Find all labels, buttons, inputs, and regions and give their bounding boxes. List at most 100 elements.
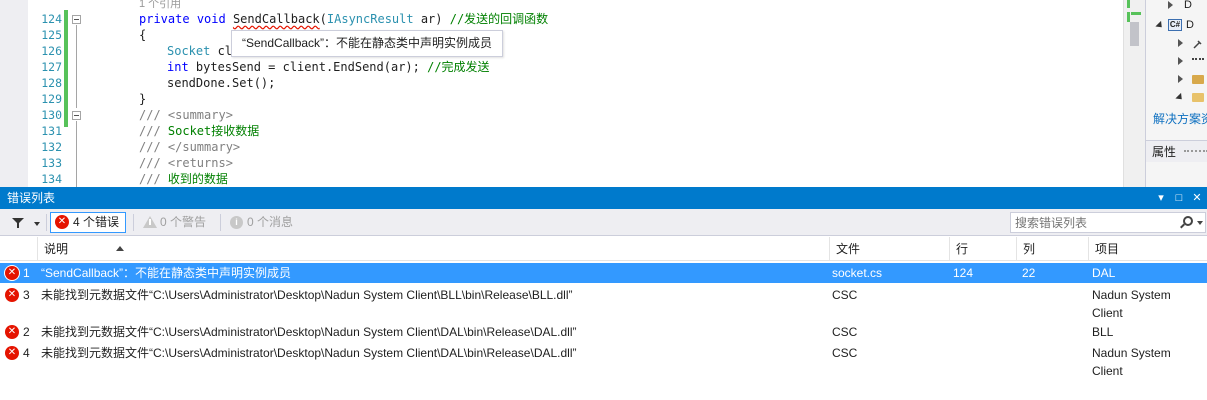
- line-number: 127: [41, 60, 62, 74]
- tree-item[interactable]: D: [1146, 0, 1207, 14]
- line-number: 126: [41, 44, 62, 58]
- editor-glyph-margin: [0, 0, 28, 187]
- code-line-128[interactable]: sendDone.Set();: [167, 75, 275, 91]
- row-description: 未能找到元数据文件“C:\Users\Administrator\Desktop…: [41, 288, 573, 302]
- row-description: 未能找到元数据文件“C:\Users\Administrator\Desktop…: [41, 325, 577, 339]
- errors-toggle-button[interactable]: ✕ 4 个错误: [50, 212, 127, 233]
- error-icon: ✕: [5, 266, 19, 280]
- expand-arrow-icon[interactable]: [1178, 57, 1183, 65]
- column-header-icon[interactable]: [0, 237, 37, 261]
- tree-item[interactable]: [1146, 34, 1207, 52]
- expand-arrow-icon[interactable]: [1178, 39, 1183, 47]
- row-file: CSC: [832, 346, 858, 360]
- code-line-132[interactable]: /// </summary>: [139, 139, 240, 155]
- tree-item[interactable]: [1146, 88, 1207, 106]
- error-list-rows: ✕ 1 “SendCallback”：不能在静态类中声明实例成员 socket.…: [0, 261, 1207, 400]
- error-tooltip: “SendCallback”：不能在静态类中声明实例成员: [231, 30, 504, 57]
- error-squiggle: SendCallback: [232, 12, 320, 26]
- code-line-126[interactable]: Socket cl: [167, 43, 232, 59]
- messages-toggle-button[interactable]: i 0 个消息: [224, 212, 300, 233]
- warning-icon-mark: [149, 219, 151, 225]
- toolbar-separator: [133, 214, 134, 231]
- scrollbar-thumb[interactable]: [1130, 22, 1139, 46]
- change-marker: [1127, 12, 1130, 22]
- collapse-comment-icon[interactable]: [72, 111, 81, 120]
- line-numbers: 124 125 126 127 128 129 130 131 132 133 …: [28, 0, 64, 187]
- solution-explorer-tab[interactable]: 解决方案资: [1146, 110, 1207, 128]
- column-header-column[interactable]: 列: [1016, 237, 1088, 261]
- change-marker: [1127, 0, 1130, 8]
- chevron-down-icon[interactable]: [1197, 221, 1203, 225]
- row-file: CSC: [832, 288, 858, 302]
- search-input[interactable]: [1011, 213, 1171, 232]
- references-icon: [1192, 58, 1204, 64]
- collapse-arrow-icon[interactable]: [1155, 20, 1165, 31]
- line-number: 134: [41, 172, 62, 186]
- line-number: 132: [41, 140, 62, 154]
- code-line-133[interactable]: /// <returns>: [139, 155, 233, 171]
- code-line-124[interactable]: private void SendCallback(IAsyncResult a…: [139, 11, 548, 27]
- error-icon: ✕: [5, 325, 19, 339]
- collapse-arrow-icon[interactable]: [1175, 92, 1185, 103]
- error-list-panel: 错误列表 ▾ □ ✕ ✕ 4 个错误 0 个警告 i 0 个消息 搜索错误列表 …: [0, 187, 1207, 400]
- error-list-title-bar[interactable]: 错误列表 ▾ □ ✕: [0, 187, 1207, 209]
- funnel-icon-stem: [17, 223, 19, 228]
- open-folder-icon: [1192, 93, 1204, 102]
- outline-guide: [76, 121, 77, 187]
- code-line-127[interactable]: int bytesSend = client.EndSend(ar); //完成…: [167, 59, 490, 75]
- csharp-project-icon: C#: [1168, 19, 1182, 31]
- sort-ascending-icon: [116, 246, 124, 251]
- row-index: 2: [23, 325, 30, 339]
- row-project: DAL: [1092, 266, 1116, 280]
- column-header-project[interactable]: 项目: [1088, 237, 1207, 261]
- filter-button[interactable]: [6, 214, 42, 232]
- panel-grip[interactable]: [1184, 150, 1207, 153]
- window-position-dropdown-icon[interactable]: ▾: [1153, 190, 1169, 206]
- line-number: 128: [41, 76, 62, 90]
- error-list-search[interactable]: [1010, 212, 1206, 233]
- table-row[interactable]: ✕ 2 未能找到元数据文件“C:\Users\Administrator\Des…: [0, 322, 1207, 343]
- solution-explorer-panel: D C# D 解决方案资 属性: [1145, 0, 1207, 187]
- row-description: “SendCallback”：不能在静态类中声明实例成员: [41, 266, 292, 280]
- row-index: 1: [23, 266, 30, 280]
- line-number: 129: [41, 92, 62, 106]
- caret-marker: [1131, 12, 1141, 15]
- folder-icon: [1192, 75, 1204, 84]
- line-number: 131: [41, 124, 62, 138]
- table-row[interactable]: ✕ 4 未能找到元数据文件“C:\Users\Administrator\Des…: [0, 343, 1207, 380]
- column-header-line[interactable]: 行: [949, 237, 1016, 261]
- line-number: 125: [41, 28, 62, 42]
- line-number: 124: [41, 12, 62, 26]
- expand-arrow-icon[interactable]: [1178, 75, 1183, 83]
- expand-arrow-icon[interactable]: [1168, 1, 1173, 9]
- row-project: Nadun System Client: [1092, 288, 1171, 320]
- close-icon[interactable]: ✕: [1189, 190, 1205, 206]
- code-line-131[interactable]: /// Socket接收数据: [139, 123, 259, 139]
- info-icon: i: [230, 216, 243, 229]
- column-header-file[interactable]: 文件: [829, 237, 949, 261]
- code-line-125[interactable]: {: [139, 27, 146, 43]
- error-icon: ✕: [5, 288, 19, 302]
- error-list-column-header: 说明 文件 行 列 项目: [0, 237, 1207, 261]
- tree-item-project[interactable]: C# D: [1146, 16, 1207, 34]
- warnings-toggle-button[interactable]: 0 个警告: [137, 212, 213, 233]
- row-project: Nadun System Client: [1092, 346, 1171, 378]
- tree-item[interactable]: [1146, 70, 1207, 88]
- row-column: 22: [1022, 266, 1036, 280]
- collapse-method-icon[interactable]: [72, 15, 81, 24]
- code-line-129[interactable]: }: [139, 91, 146, 107]
- maximize-icon[interactable]: □: [1171, 190, 1187, 206]
- row-project: BLL: [1092, 325, 1114, 339]
- column-header-description[interactable]: 说明: [37, 237, 829, 261]
- code-line-130[interactable]: /// <summary>: [139, 107, 233, 123]
- code-line-134[interactable]: /// 收到的数据: [139, 171, 228, 187]
- reference-count-lens[interactable]: 1 个引用: [139, 0, 181, 11]
- tree-item[interactable]: [1146, 52, 1207, 70]
- editor-vertical-scrollbar[interactable]: [1123, 0, 1145, 187]
- table-row[interactable]: ✕ 1 “SendCallback”：不能在静态类中声明实例成员 socket.…: [0, 263, 1207, 283]
- toolbar-separator: [220, 214, 221, 231]
- search-icon[interactable]: [1183, 216, 1193, 226]
- table-row[interactable]: ✕ 3 未能找到元数据文件“C:\Users\Administrator\Des…: [0, 285, 1207, 322]
- code-editor[interactable]: 124 125 126 127 128 129 130 131 132 133 …: [0, 0, 1145, 187]
- row-index: 4: [23, 346, 30, 360]
